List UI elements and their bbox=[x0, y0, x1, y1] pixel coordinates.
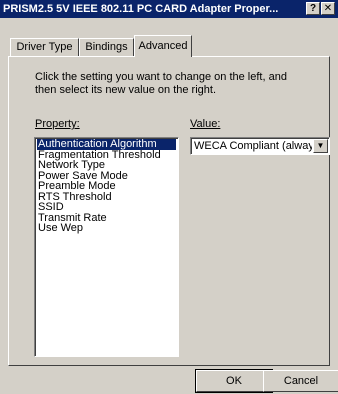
value-selected-text: WECA Compliant (always bbox=[194, 140, 312, 152]
value-dropdown[interactable]: WECA Compliant (always ▼ bbox=[190, 137, 330, 155]
tab-driver-type[interactable]: Driver Type bbox=[10, 38, 79, 56]
instructions-text: Click the setting you want to change on … bbox=[35, 71, 287, 96]
property-label-text: Property: bbox=[35, 118, 80, 130]
property-item-preamble-mode[interactable]: Preamble Mode bbox=[37, 181, 176, 192]
property-item-authentication-algorithm[interactable]: Authentication Algorithm bbox=[37, 139, 176, 150]
title-bar: PRISM2.5 5V IEEE 802.11 PC CARD Adapter … bbox=[0, 0, 338, 18]
property-listbox[interactable]: Authentication Algorithm Fragmentation T… bbox=[34, 137, 179, 357]
ok-button[interactable]: OK bbox=[195, 369, 273, 393]
property-label: Property: bbox=[35, 118, 80, 130]
property-item-network-type[interactable]: Network Type bbox=[37, 160, 176, 171]
tab-bindings[interactable]: Bindings bbox=[79, 38, 134, 56]
help-button[interactable]: ? bbox=[306, 2, 320, 15]
close-button[interactable]: ✕ bbox=[321, 2, 335, 15]
window-title: PRISM2.5 5V IEEE 802.11 PC CARD Adapter … bbox=[3, 3, 279, 15]
property-item-ssid[interactable]: SSID bbox=[37, 202, 176, 213]
value-label-text: Value: bbox=[190, 118, 221, 130]
chevron-down-icon[interactable]: ▼ bbox=[313, 139, 328, 153]
property-item-use-wep[interactable]: Use Wep bbox=[37, 223, 176, 234]
tab-advanced[interactable]: Advanced bbox=[134, 35, 192, 57]
cancel-button[interactable]: Cancel bbox=[263, 370, 338, 392]
value-label: Value: bbox=[190, 118, 220, 130]
